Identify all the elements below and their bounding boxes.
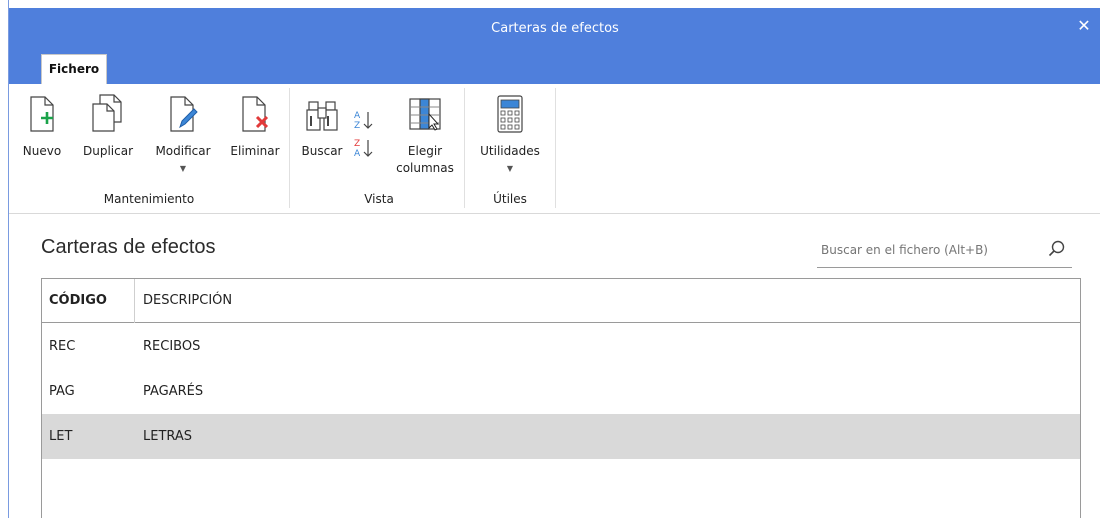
column-header-descripcion[interactable]: DESCRIPCIÓN (135, 279, 1080, 323)
title-bar: Carteras de efectos ✕ (9, 8, 1100, 84)
elegir-columnas-button[interactable]: Elegir columnas (389, 84, 461, 184)
modificar-button[interactable]: Modificar ▼ (143, 84, 223, 184)
nuevo-button[interactable]: Nuevo (15, 84, 69, 184)
elegir-label: Elegir (407, 144, 443, 158)
svg-text:A: A (354, 149, 361, 159)
sort-descending-icon: Z A (354, 139, 373, 159)
table-row[interactable]: PAG PAGARÉS (42, 369, 1080, 414)
cell-codigo: LET (49, 429, 73, 444)
group-label-mantenimiento: Mantenimiento (103, 192, 195, 206)
window-title: Carteras de efectos (491, 21, 619, 36)
calculator-icon (497, 95, 523, 133)
ribbon: Nuevo Duplicar Modificar ▼ Eliminar Mant… (9, 84, 1100, 214)
chevron-down-icon: ▼ (179, 164, 187, 173)
cell-codigo: PAG (49, 384, 75, 399)
search-input[interactable] (821, 240, 1031, 260)
nuevo-label: Nuevo (22, 144, 62, 158)
group-label-vista: Vista (364, 192, 394, 206)
duplicar-label: Duplicar (82, 144, 133, 158)
table-row-selected[interactable]: LET LETRAS (42, 414, 1080, 459)
cell-descripcion: LETRAS (143, 429, 193, 444)
group-separator (555, 88, 556, 208)
sort-descending-button[interactable]: Z A (351, 136, 377, 162)
cell-descripcion: RECIBOS (143, 339, 201, 354)
duplicate-icon (92, 94, 122, 132)
cell-descripcion: PAGARÉS (143, 384, 204, 399)
buscar-button[interactable]: Buscar (295, 84, 349, 184)
duplicar-button[interactable]: Duplicar (75, 84, 141, 184)
svg-text:Z: Z (354, 139, 360, 149)
search-box (817, 232, 1072, 268)
svg-text:Z: Z (354, 121, 360, 131)
search-icon[interactable] (1048, 240, 1066, 258)
group-separator (464, 88, 465, 208)
sort-ascending-icon: A Z (354, 111, 373, 131)
close-button[interactable]: ✕ (1073, 15, 1095, 37)
column-header-codigo[interactable]: CÓDIGO (42, 279, 135, 323)
svg-text:A: A (354, 111, 361, 121)
group-label-utiles: Útiles (493, 192, 527, 206)
tab-fichero[interactable]: Fichero (41, 54, 107, 84)
utilidades-label: Utilidades (480, 144, 540, 158)
cell-codigo: REC (49, 339, 76, 354)
sort-ascending-button[interactable]: A Z (351, 108, 377, 134)
buscar-label: Buscar (301, 144, 343, 158)
chevron-down-icon: ▼ (506, 164, 514, 173)
binoculars-icon (306, 101, 338, 131)
delete-document-icon (242, 96, 269, 132)
utilidades-button[interactable]: Utilidades ▼ (467, 84, 553, 184)
edit-document-icon (170, 96, 198, 132)
eliminar-label: Eliminar (230, 144, 280, 158)
new-document-icon (30, 96, 54, 132)
window: Carteras de efectos ✕ Fichero Nuevo Dupl… (8, 0, 1100, 518)
group-separator (289, 88, 290, 208)
eliminar-button[interactable]: Eliminar (225, 84, 285, 184)
modificar-label: Modificar (155, 144, 211, 158)
data-grid: CÓDIGO DESCRIPCIÓN REC RECIBOS PAG PAGAR… (41, 278, 1081, 518)
table-row[interactable]: REC RECIBOS (42, 324, 1080, 369)
choose-columns-icon (409, 98, 441, 131)
columnas-label: columnas (396, 161, 454, 175)
page-title: Carteras de efectos (41, 236, 216, 258)
table-header: CÓDIGO DESCRIPCIÓN (42, 279, 1080, 323)
